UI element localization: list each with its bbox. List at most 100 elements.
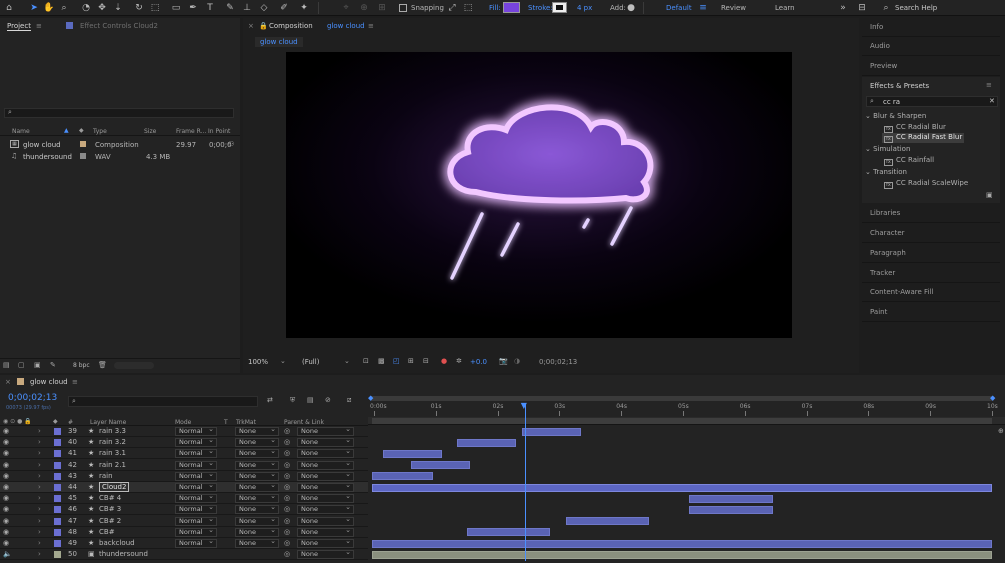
- video-visibility-icon[interactable]: ◉: [3, 449, 9, 457]
- snap-options-icon[interactable]: ⤢: [446, 2, 458, 14]
- parent-dropdown[interactable]: None: [297, 448, 354, 459]
- col-in-point[interactable]: In Point: [208, 128, 230, 135]
- pick-whip-icon[interactable]: ◎: [284, 483, 290, 491]
- stroke-color-swatch[interactable]: [552, 2, 567, 13]
- layer-row[interactable]: ◉ › 49 ★ backcloud Normal None ◎ None: [0, 538, 368, 549]
- video-visibility-icon[interactable]: ◉: [3, 461, 9, 469]
- fx-item-cc-radial-blur[interactable]: fx CC Radial Blur: [884, 123, 946, 133]
- mode-dropdown[interactable]: Normal: [175, 504, 217, 515]
- mask-visibility-icon[interactable]: ◰: [393, 357, 400, 365]
- fx-item-cc-rainfall[interactable]: fx CC Rainfall: [884, 156, 934, 166]
- trkmat-dropdown[interactable]: None: [235, 460, 279, 470]
- sort-arrow-icon[interactable]: ▲: [64, 127, 69, 134]
- fx-group-transition[interactable]: ⌄ Transition: [865, 168, 907, 176]
- parent-dropdown[interactable]: None: [297, 504, 354, 515]
- content-aware-fill-panel[interactable]: Content-Aware Fill: [862, 283, 1000, 302]
- trkmat-dropdown[interactable]: None: [235, 471, 279, 481]
- video-visibility-icon[interactable]: ◉: [3, 539, 9, 547]
- resolution-dropdown[interactable]: (Full): [302, 358, 319, 366]
- layer-name[interactable]: rain 3.1: [99, 449, 126, 457]
- frame-blending-icon[interactable]: ⊘: [325, 396, 331, 404]
- effect-controls-tab[interactable]: Effect Controls Cloud2: [80, 22, 158, 30]
- layer-duration-bar[interactable]: [372, 483, 992, 492]
- parent-dropdown[interactable]: None: [297, 493, 354, 504]
- layer-name[interactable]: rain: [99, 472, 113, 480]
- layer-name[interactable]: CB#: [99, 528, 115, 536]
- panel-menu-icon[interactable]: ≡: [368, 22, 374, 30]
- label-color-chip[interactable]: [54, 472, 61, 480]
- interpret-footage-icon[interactable]: ▤: [3, 361, 10, 369]
- mode-dropdown[interactable]: Normal: [175, 437, 217, 448]
- expand-chevron-icon[interactable]: ›: [38, 483, 41, 491]
- new-composition-icon[interactable]: ▣: [34, 361, 41, 369]
- sync-settings-icon[interactable]: ⊟: [856, 2, 868, 14]
- audio-toggle-icon[interactable]: 🔈: [3, 550, 12, 558]
- puppet-tool-icon[interactable]: ✦: [298, 2, 310, 14]
- selection-tool-icon[interactable]: ➤: [28, 2, 40, 14]
- zoom-tool-icon[interactable]: ⌕: [58, 2, 70, 14]
- composition-viewer[interactable]: [286, 52, 792, 338]
- home-icon[interactable]: ⌂: [3, 2, 15, 14]
- pick-whip-icon[interactable]: ◎: [284, 438, 290, 446]
- layer-row[interactable]: ◉ › 47 ★ CB# 2 Normal None ◎ None: [0, 516, 368, 527]
- parent-dropdown[interactable]: None: [297, 482, 354, 492]
- snap-bounds-icon[interactable]: ⬚: [462, 2, 474, 14]
- preview-panel[interactable]: Preview: [862, 57, 1000, 76]
- expand-chevron-icon[interactable]: ›: [38, 449, 41, 457]
- label-column-icon[interactable]: ◆: [53, 418, 58, 425]
- playhead-handle-icon[interactable]: ▼: [521, 401, 527, 410]
- audio-panel[interactable]: Audio: [862, 37, 1000, 56]
- parent-dropdown[interactable]: None: [297, 527, 354, 537]
- workspace-default[interactable]: Default: [666, 4, 692, 12]
- clear-search-icon[interactable]: ✕: [989, 97, 995, 105]
- layer-name[interactable]: backcloud: [99, 539, 135, 547]
- workspace-menu-icon[interactable]: ≡: [697, 2, 709, 14]
- label-color-chip[interactable]: [80, 141, 86, 147]
- col-parent[interactable]: Parent & Link: [284, 419, 324, 426]
- expand-chevron-icon[interactable]: ›: [38, 539, 41, 547]
- search-help-icon[interactable]: ⌕: [880, 2, 892, 14]
- trkmat-dropdown[interactable]: None: [235, 493, 279, 504]
- transparency-grid-icon[interactable]: ▩: [378, 357, 385, 365]
- orbit-camera-icon[interactable]: ◔: [80, 2, 92, 14]
- project-search-input[interactable]: ⌕: [4, 108, 234, 118]
- composition-mini-flowchart-icon[interactable]: ⇄: [267, 396, 273, 404]
- parent-dropdown[interactable]: None: [297, 549, 354, 560]
- current-time-indicator[interactable]: ▼: [521, 401, 527, 561]
- adjust-project-settings-icon[interactable]: ✎: [50, 361, 56, 369]
- col-mode[interactable]: Mode: [175, 419, 191, 426]
- snapshot-icon[interactable]: 📷: [499, 357, 508, 365]
- col-name[interactable]: Name: [12, 128, 30, 135]
- layer-name[interactable]: Cloud2: [99, 482, 130, 492]
- workspace-learn[interactable]: Learn: [775, 4, 795, 12]
- pen-tool-icon[interactable]: ✒: [187, 2, 199, 14]
- flowchart-icon[interactable]: ⚇: [228, 140, 234, 148]
- layer-row[interactable]: ◉ › 46 ★ CB# 3 Normal None ◎ None: [0, 504, 368, 516]
- trkmat-dropdown[interactable]: None: [235, 437, 279, 448]
- layer-duration-bar[interactable]: [411, 461, 470, 470]
- mode-dropdown[interactable]: Normal: [175, 538, 217, 548]
- col-t[interactable]: T: [224, 419, 228, 426]
- mode-dropdown[interactable]: Normal: [175, 471, 217, 481]
- close-tab-icon[interactable]: ×: [248, 22, 254, 30]
- col-size[interactable]: Size: [144, 128, 156, 135]
- col-trkmat[interactable]: TrkMat: [236, 419, 256, 426]
- effects-search-input[interactable]: ⌕ cc ra ✕: [866, 96, 998, 107]
- layer-name[interactable]: CB# 4: [99, 494, 121, 502]
- channel-icon[interactable]: ⊟: [423, 357, 429, 365]
- graph-editor-icon[interactable]: ⧄: [347, 396, 351, 405]
- bpc-label[interactable]: 8 bpc: [73, 362, 90, 369]
- video-visibility-icon[interactable]: ◉: [3, 483, 9, 491]
- delete-icon[interactable]: 🗑: [98, 361, 107, 369]
- workspace-review[interactable]: Review: [721, 4, 746, 12]
- layer-name[interactable]: rain 3.2: [99, 438, 126, 446]
- pick-whip-icon[interactable]: ◎: [284, 550, 290, 558]
- label-color-chip[interactable]: [54, 551, 61, 559]
- expand-chevron-icon[interactable]: ›: [38, 528, 41, 536]
- video-visibility-icon[interactable]: ◉: [3, 505, 9, 513]
- character-panel[interactable]: Character: [862, 224, 1000, 243]
- trkmat-dropdown[interactable]: None: [235, 516, 279, 526]
- col-type[interactable]: Type: [93, 128, 107, 135]
- pick-whip-icon[interactable]: ◎: [284, 449, 290, 457]
- panel-menu-icon[interactable]: ≡: [72, 378, 78, 386]
